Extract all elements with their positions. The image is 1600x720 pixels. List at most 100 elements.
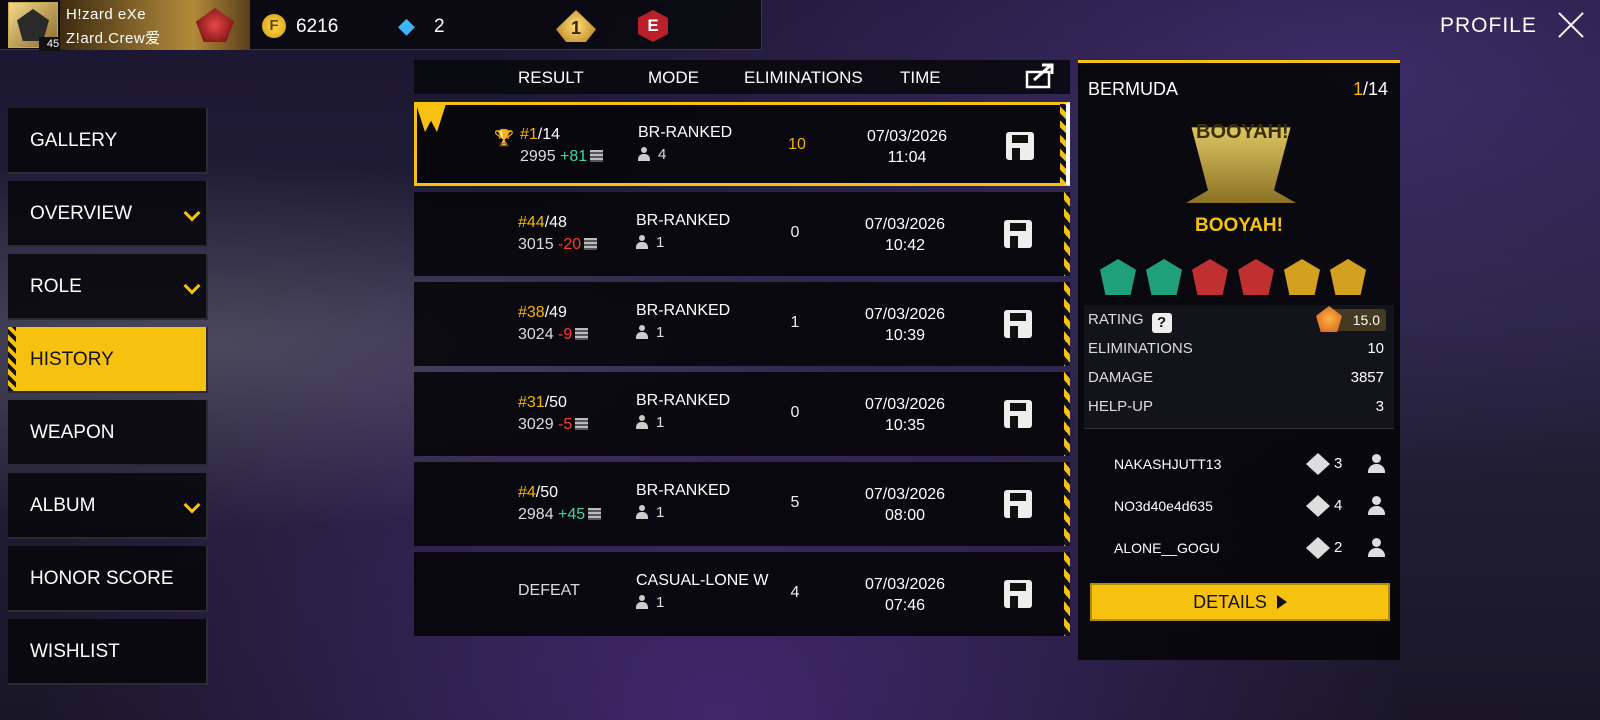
save-icon[interactable] [1004,310,1032,338]
skull-icon [1306,453,1330,475]
eliminations: 0 [790,224,800,241]
column-header-mode: MODE [648,68,699,87]
save-icon[interactable] [1004,220,1032,248]
table-row[interactable]: #44/48 3015 -20 BR-RANKED 1 0 07/03/2026… [414,192,1070,276]
sidebar-item-wishlist[interactable]: WISHLIST [8,619,208,685]
stat-eliminations: ELIMINATIONS 10 [1088,340,1384,357]
result-position: #31/50 [518,394,567,411]
play-icon [1276,595,1287,609]
squad-size: 1 [636,414,664,431]
add-friend-icon[interactable] [1368,496,1388,516]
sidebar: GALLERY OVERVIEW ROLE HISTORY WEAPON ALB… [8,108,208,692]
sidebar-item-label: GALLERY [30,130,118,151]
achievement-badge-icon[interactable] [1100,259,1136,295]
eliminations: 4 [790,584,800,601]
stat-rating: RATING? 15.0 [1084,305,1394,334]
sidebar-item-honor-score[interactable]: HONOR SCORE [8,546,208,612]
corner-decoration [414,176,424,186]
points-detail-icon [575,418,589,430]
column-header-time: TIME [900,68,941,87]
table-row[interactable]: #4/50 2984 +45 BR-RANKED 1 5 07/03/2026 0… [414,462,1070,546]
rank-badge-icon[interactable]: 1 [556,10,596,42]
points-detail-icon [590,150,604,162]
person-icon [638,147,650,161]
match-time: 07/03/2026 10:39 [864,306,946,344]
diamond-count: 2 [434,16,445,37]
squad-size: 1 [636,504,664,521]
result-label: BOOYAH! [1195,215,1283,236]
add-friend-icon[interactable] [1368,538,1388,558]
eliminations: 1 [790,314,800,331]
trophy-icon: 🏆 [494,130,514,147]
sidebar-item-album[interactable]: ALBUM [8,473,208,539]
teammate-row: NO3d40e4d635 4 [1084,485,1394,527]
save-icon[interactable] [1006,132,1034,160]
teammate-name: ALONE__GOGU [1114,540,1220,556]
table-row[interactable]: 🏆 #1/14 2995 +81 BR-RANKED 4 10 07/03/20… [414,102,1070,186]
person-icon [636,505,648,519]
table-row[interactable]: #38/49 3024 -9 BR-RANKED 1 1 07/03/2026 1… [414,282,1070,366]
share-icon[interactable] [1024,60,1058,90]
column-header-eliminations: ELIMINATIONS [744,68,863,87]
match-time: 07/03/2026 10:42 [864,216,946,254]
sidebar-item-label: HONOR SCORE [30,568,174,589]
match-time: 07/03/2026 08:00 [864,486,946,524]
sidebar-item-label: HISTORY [30,349,114,370]
squad-size: 1 [636,324,664,341]
save-icon[interactable] [1004,490,1032,518]
match-time: 07/03/2026 07:46 [864,576,946,614]
details-button-label: DETAILS [1193,592,1267,612]
result-position: #1/14 [520,126,561,143]
sidebar-item-gallery[interactable]: GALLERY [8,108,208,174]
achievement-badge-icon[interactable] [1146,259,1182,295]
chevron-down-icon [183,204,201,222]
eliminations: 0 [790,404,800,421]
teammate-kills: 3 [1334,455,1343,472]
save-icon[interactable] [1004,580,1032,608]
table-row[interactable]: #31/50 3029 -5 BR-RANKED 1 0 07/03/2026 1… [414,372,1070,456]
chevron-down-icon [183,496,201,514]
match-time: 07/03/2026 11:04 [866,128,948,166]
match-mode: BR-RANKED [636,392,731,409]
guild-emblem-icon [196,8,234,42]
person-icon [636,325,648,339]
achievement-badge-icon[interactable] [1192,259,1228,295]
avatar[interactable]: 45 [8,2,67,51]
help-icon[interactable]: ? [1151,313,1172,333]
squad-size: 1 [636,234,664,251]
person-icon [636,235,648,249]
achievement-badge-icon[interactable] [1238,259,1274,295]
sidebar-item-overview[interactable]: OVERVIEW [8,181,208,247]
result-defeat: DEFEAT [518,582,580,599]
sidebar-item-role[interactable]: ROLE [8,254,208,320]
rank-points: 3015 -20 [518,236,598,254]
achievement-badge-icon[interactable] [1284,259,1320,295]
rank-points: 3029 -5 [518,416,589,434]
sidebar-item-history[interactable]: HISTORY [8,327,208,393]
close-icon[interactable] [1556,10,1586,40]
match-mode: CASUAL-LONE W [636,572,769,589]
save-icon[interactable] [1004,400,1032,428]
sidebar-item-weapon[interactable]: WEAPON [8,400,208,466]
map-name: BERMUDA [1088,79,1179,99]
sidebar-item-label: WEAPON [30,422,115,443]
eliminations: 5 [790,494,800,511]
add-friend-icon[interactable] [1368,454,1388,474]
skull-icon [1306,537,1330,559]
teammate-row: NAKASHJUTT13 3 [1084,443,1394,485]
guild-name: Z!ard.Crew爱 [66,30,161,47]
sidebar-item-label: ROLE [30,276,82,297]
table-row[interactable]: DEFEAT CASUAL-LONE W 1 4 07/03/2026 07:46 [414,552,1070,636]
booyah-emblem-text: BOOYAH! [1196,121,1289,143]
e-badge-icon[interactable]: E [638,10,668,42]
result-position: #38/49 [518,304,567,321]
history-table-header: RESULT MODE ELIMINATIONS TIME [414,60,1070,94]
rank-points: 2995 +81 [520,148,604,166]
teammate-name: NO3d40e4d635 [1114,498,1213,514]
match-mode: BR-RANKED [636,302,731,319]
match-mode: BR-RANKED [636,482,731,499]
rating-star-icon [1316,306,1342,332]
details-button[interactable]: DETAILS [1090,583,1390,621]
match-mode: BR-RANKED [636,212,731,229]
achievement-badge-icon[interactable] [1330,259,1366,295]
